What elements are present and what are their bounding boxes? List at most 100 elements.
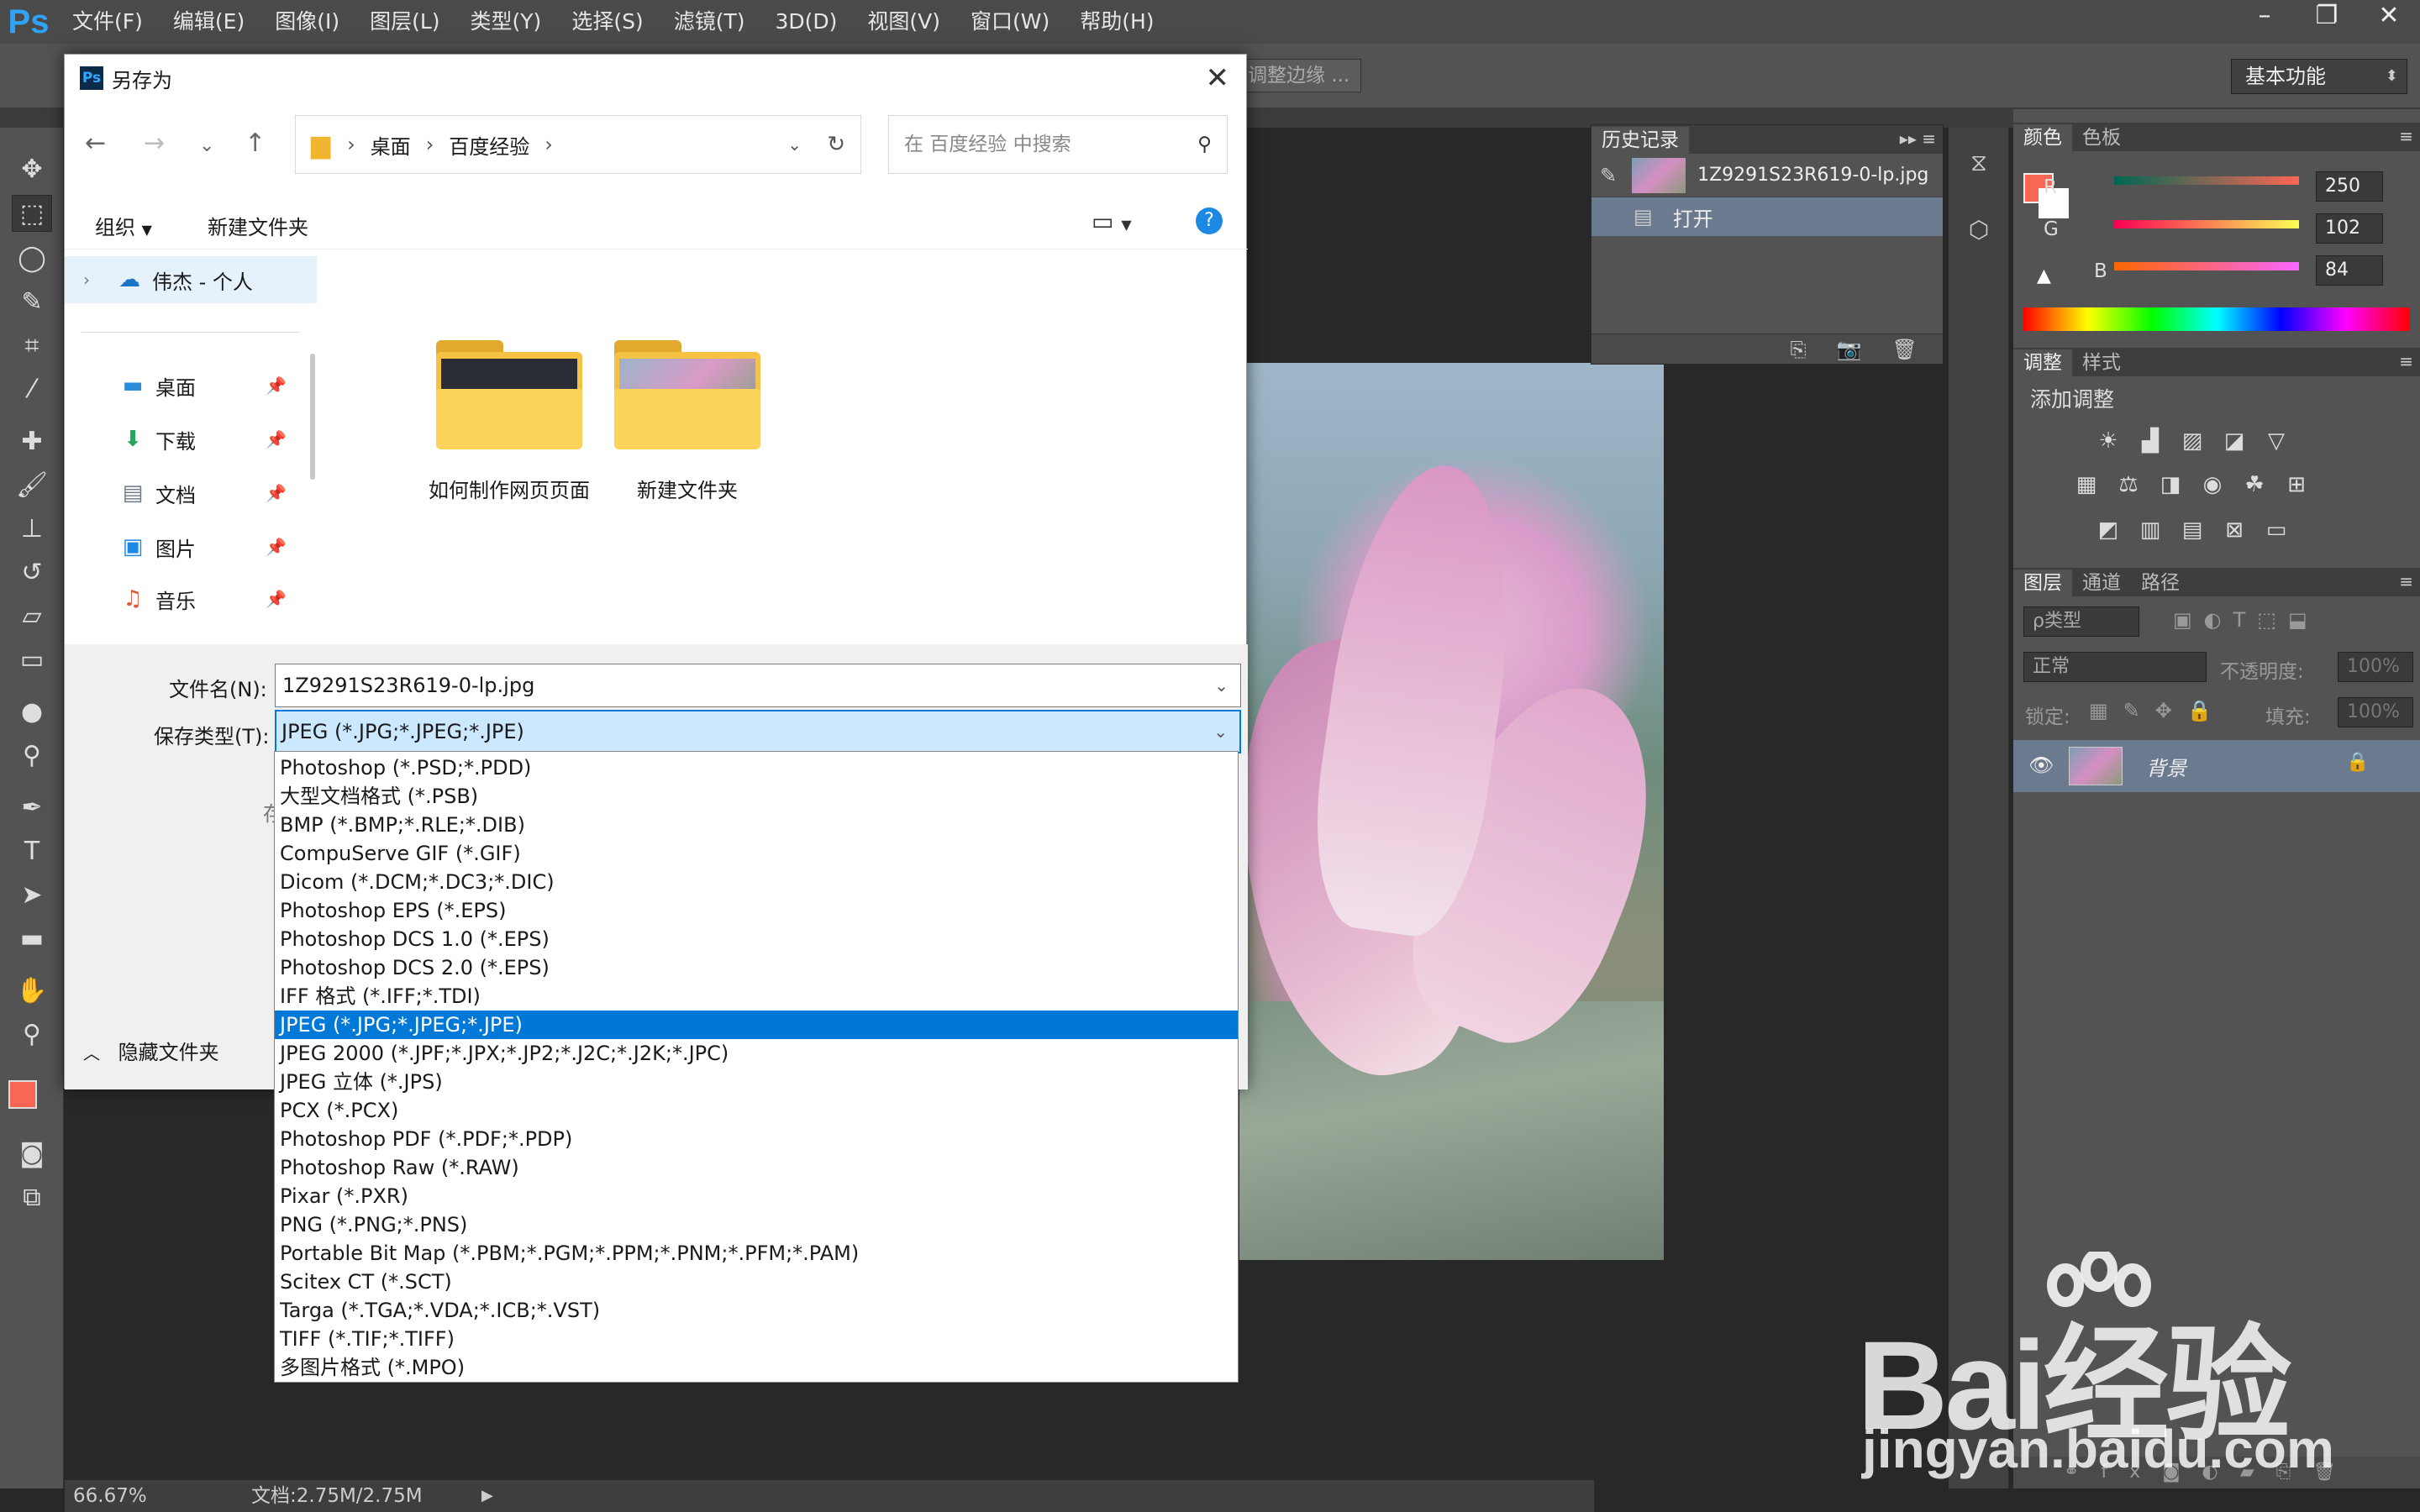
zoom-tool-icon[interactable]: ⚲ [12,1016,52,1053]
tab-layers[interactable]: 图层 [2013,570,2072,596]
pin-icon[interactable]: 📌 [266,537,287,557]
fill-input[interactable]: 100% [2338,697,2413,727]
chevron-down-icon[interactable]: ⌄ [1213,711,1228,752]
foreground-color-swatch[interactable] [8,1080,37,1109]
history-step-open[interactable]: ▤ 打开 [1591,197,1943,236]
eyedropper-tool-icon[interactable]: ⁄ [12,371,52,408]
camera-icon[interactable]: 📷 [1837,338,1862,361]
layer-filter-select[interactable]: ρ类型 [2023,606,2139,637]
filetype-option[interactable]: 多图片格式 (*.MPO) [275,1353,1238,1382]
color-lookup-icon[interactable]: ⊞ [2282,470,2311,499]
pin-icon[interactable]: 📌 [266,483,287,503]
menu-image[interactable]: 图像(I) [260,0,355,44]
brush-tool-icon[interactable]: 🖌 [12,467,52,504]
r-slider[interactable] [2114,176,2299,185]
hand-tool-icon[interactable]: ✋ [12,973,52,1010]
help-icon[interactable]: ? [1196,207,1223,234]
brightness-icon[interactable]: ☀ [2094,427,2123,455]
filetype-option[interactable]: IFF 格式 (*.IFF;*.TDI) [275,982,1238,1011]
menu-window[interactable]: 窗口(W) [955,0,1065,44]
blend-mode-select[interactable]: 正常 [2023,652,2207,682]
photo-filter-icon[interactable]: ◉ [2198,470,2227,499]
filetype-option[interactable]: PNG (*.PNG;*.PNS) [275,1210,1238,1239]
chevron-down-icon[interactable]: ⌄ [1214,664,1228,706]
menu-type[interactable]: 类型(Y) [455,0,557,44]
filetype-option[interactable]: Photoshop Raw (*.RAW) [275,1153,1238,1182]
eye-icon[interactable]: 👁 [2028,753,2054,777]
history-panel-icon[interactable]: ⧖ [1960,144,1997,181]
menu-file[interactable]: 文件(F) [57,0,158,44]
pin-icon[interactable]: 📌 [266,375,287,396]
menu-select[interactable]: 选择(S) [556,0,658,44]
breadcrumb-baidu[interactable]: 百度经验 [449,130,529,160]
layer-row-background[interactable]: 👁 背景 🔒 [2013,740,2420,792]
nav-downloads[interactable]: ⬇ 下载 📌 [65,416,317,463]
menu-edit[interactable]: 编辑(E) [158,0,260,44]
opacity-input[interactable]: 100% [2338,652,2413,682]
stamp-tool-icon[interactable]: ⊥ [12,511,52,548]
filetype-option[interactable]: PCX (*.PCX) [275,1096,1238,1125]
selective-color-icon[interactable]: ▭ [2262,516,2291,544]
filename-input[interactable]: 1Z9291S23R619-0-lp.jpg ⌄ [275,664,1241,707]
menu-help[interactable]: 帮助(H) [1065,0,1169,44]
filetype-option[interactable]: Photoshop (*.PSD;*.PDD) [275,753,1238,782]
filetype-option[interactable]: Photoshop DCS 1.0 (*.EPS) [275,925,1238,953]
restore-button[interactable]: ❐ [2296,0,2358,34]
hide-folders-toggle[interactable]: ︿ 隐藏文件夹 [83,1036,219,1065]
tab-color[interactable]: 颜色 [2013,124,2072,151]
exposure-icon[interactable]: ◪ [2220,427,2249,455]
gradient-tool-icon[interactable]: ▭ [12,642,52,679]
panel-menu-icon[interactable]: ≡ [2399,126,2413,146]
history-snapshot[interactable]: ✎ 1Z9291S23R619-0-lp.jpg [1591,154,1943,197]
tab-paths[interactable]: 路径 [2131,570,2190,596]
levels-icon[interactable]: ▟ [2136,427,2165,455]
marquee-tool-icon[interactable]: ⬚ [12,195,52,232]
organize-button[interactable]: 组织 ▼ [95,211,152,240]
breadcrumb-desktop[interactable]: 桌面 [371,130,411,160]
filetype-option[interactable]: JPEG (*.JPG;*.JPEG;*.JPE) [275,1011,1238,1039]
up-arrow-icon[interactable]: ↑ [245,129,266,158]
quick-select-tool-icon[interactable]: ✎ [12,284,52,321]
tab-swatches[interactable]: 色板 [2072,124,2131,151]
color-spectrum-bar[interactable] [2023,307,2410,331]
nav-desktop[interactable]: ▬ 桌面 📌 [65,362,317,409]
status-menu-arrow-icon[interactable]: ▶ [481,1480,493,1512]
address-dropdown-icon[interactable]: ⌄ [787,134,802,155]
g-value[interactable]: 102 [2316,213,2383,244]
healing-brush-icon[interactable]: ✚ [12,423,52,460]
channel-mixer-icon[interactable]: ☘ [2240,470,2269,499]
filetype-option[interactable]: Pixar (*.PXR) [275,1182,1238,1210]
color-balance-icon[interactable]: ⚖ [2114,470,2143,499]
threshold-icon[interactable]: ▤ [2178,516,2207,544]
menu-filter[interactable]: 滤镜(T) [659,0,760,44]
curves-icon[interactable]: ▨ [2178,427,2207,455]
back-arrow-icon[interactable]: ← [85,129,106,158]
gradient-map-icon[interactable]: ⊠ [2220,516,2249,544]
view-mode-icon[interactable]: ▭ ▼ [1092,207,1132,235]
nav-music[interactable]: ♫ 音乐 📌 [65,575,317,622]
path-select-icon[interactable]: ➤ [12,877,52,914]
filetype-option[interactable]: Scitex CT (*.SCT) [275,1268,1238,1296]
filetype-option[interactable]: Dicom (*.DCM;*.DC3;*.DIC) [275,868,1238,896]
folder-new[interactable] [614,340,760,449]
layer-filter-icons[interactable]: ▣◐T⬚⬓ [2173,608,2319,632]
panel-menu-icon[interactable]: ▸▸ ≡ [1900,129,1936,149]
filetype-option[interactable]: Photoshop DCS 2.0 (*.EPS) [275,953,1238,982]
recent-chevron-icon[interactable]: ⌄ [199,135,214,156]
screen-mode-icon[interactable]: ⧉ [12,1179,52,1216]
nav-scrollbar[interactable] [310,354,315,480]
filetype-option[interactable]: Portable Bit Map (*.PBM;*.PGM;*.PPM;*.PN… [275,1239,1238,1268]
forward-arrow-icon[interactable]: → [144,129,165,158]
filetype-option[interactable]: JPEG 2000 (*.JPF;*.JPX;*.JP2;*.J2C;*.J2K… [275,1039,1238,1068]
crop-tool-icon[interactable]: ⌗ [12,328,52,365]
filetype-option[interactable]: 大型文档格式 (*.PSB) [275,782,1238,811]
filetype-option[interactable]: BMP (*.BMP;*.RLE;*.DIB) [275,811,1238,839]
folder-new-name[interactable]: 新建文件夹 [599,478,776,503]
tab-channels[interactable]: 通道 [2072,570,2131,596]
posterize-icon[interactable]: ▥ [2136,516,2165,544]
minimize-button[interactable]: – [2233,0,2296,34]
filetype-option[interactable]: JPEG 立体 (*.JPS) [275,1068,1238,1096]
filetype-option[interactable]: TIFF (*.TIF;*.TIFF) [275,1325,1238,1353]
invert-icon[interactable]: ◩ [2094,516,2123,544]
lock-icons[interactable]: ▦✎✥🔒 [2089,699,2228,722]
